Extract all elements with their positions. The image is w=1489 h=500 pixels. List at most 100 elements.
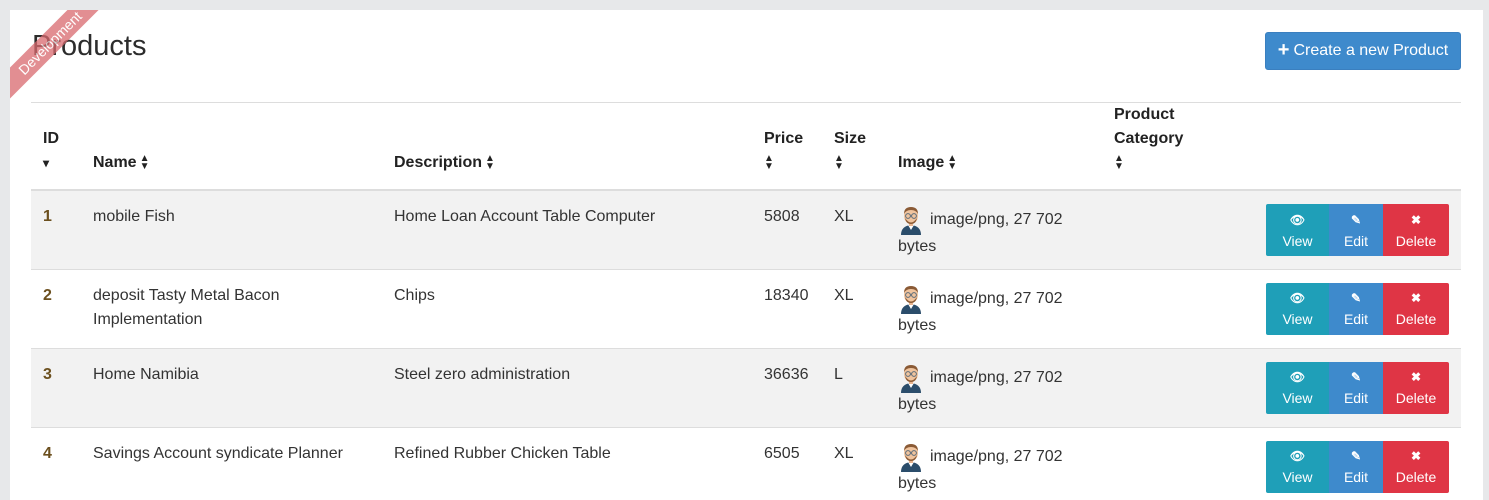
sort-icon: ▲ ▼ [834, 152, 844, 172]
avatar-icon [901, 364, 921, 393]
cell-id: 2 [31, 268, 81, 348]
table-row: 2 deposit Tasty Metal Bacon Implementati… [31, 268, 1461, 348]
column-header-actions [1252, 102, 1461, 191]
cell-actions: 👁︎ View ✎ Edit ✖ Delete [1252, 347, 1461, 427]
delete-button[interactable]: ✖ Delete [1383, 204, 1449, 256]
product-id-link[interactable]: 1 [43, 208, 52, 225]
edit-button[interactable]: ✎ Edit [1329, 361, 1383, 414]
cell-description: Chips [382, 268, 752, 348]
times-icon: ✖ [1410, 370, 1422, 384]
delete-label: Delete [1395, 469, 1437, 485]
row-actions: 👁︎ View ✎ Edit ✖ Delete [1264, 361, 1449, 414]
times-icon: ✖ [1410, 449, 1422, 463]
column-header-image-label: Image [898, 154, 945, 171]
column-header-name[interactable]: Name ▲ ▼ [81, 102, 382, 191]
view-button[interactable]: 👁︎ View [1266, 361, 1329, 414]
sort-icon: ▲ ▼ [485, 152, 495, 172]
eye-icon: 👁︎ [1289, 370, 1306, 384]
eye-icon: 👁︎ [1289, 212, 1306, 227]
edit-label: Edit [1343, 232, 1369, 249]
image-preview[interactable]: image/png, 27 702 bytes [898, 363, 1090, 417]
cell-name: mobile Fish [81, 189, 382, 269]
delete-button[interactable]: ✖ Delete [1383, 282, 1449, 335]
row-actions: 👁︎ View ✎ Edit ✖ Delete [1264, 282, 1449, 335]
cell-actions: 👁︎ View ✎ Edit ✖ Delete [1252, 268, 1461, 348]
row-actions: 👁︎ View ✎ Edit ✖ Delete [1264, 440, 1449, 493]
cell-id: 4 [31, 426, 81, 500]
cell-name: Home Namibia [81, 347, 382, 427]
delete-label: Delete [1395, 232, 1437, 249]
column-header-price-label: Price [764, 130, 804, 147]
column-header-description[interactable]: Description ▲ ▼ [382, 102, 752, 191]
delete-button[interactable]: ✖ Delete [1383, 440, 1449, 493]
cell-image: image/png, 27 702 bytes [886, 189, 1102, 269]
page-title: Products [32, 30, 147, 62]
times-icon: ✖ [1410, 212, 1422, 227]
column-header-description-label: Description [394, 154, 483, 171]
column-header-category[interactable]: Product Category ▲ ▼ [1102, 102, 1252, 191]
sort-icon: ▲ ▼ [764, 152, 774, 172]
cell-name: Savings Account syndicate Planner [81, 426, 382, 500]
cell-description: Refined Rubber Chicken Table [382, 426, 752, 500]
create-product-label: Create a new Product [1293, 42, 1449, 59]
image-preview[interactable]: image/png, 27 702 bytes [898, 284, 1090, 338]
product-id-link[interactable]: 3 [43, 366, 52, 383]
sort-icon: ▲ ▼ [1114, 152, 1124, 172]
cell-image: image/png, 27 702 bytes [886, 426, 1102, 500]
delete-label: Delete [1395, 311, 1437, 327]
view-button[interactable]: 👁︎ View [1266, 282, 1329, 335]
column-header-id-label: ID [43, 130, 59, 147]
table-row: 3 Home Namibia Steel zero administration… [31, 347, 1461, 427]
table-row: 4 Savings Account syndicate Planner Refi… [31, 426, 1461, 500]
image-preview[interactable]: image/png, 27 702 bytes [898, 205, 1090, 259]
cell-size: XL [822, 189, 886, 269]
column-header-size[interactable]: Size ▲ ▼ [822, 102, 886, 191]
column-header-price[interactable]: Price ▲ ▼ [752, 102, 822, 191]
edit-label: Edit [1343, 390, 1369, 406]
delete-label: Delete [1395, 390, 1437, 406]
image-preview[interactable]: image/png, 27 702 bytes [898, 442, 1090, 496]
column-header-name-label: Name [93, 154, 137, 171]
column-header-id[interactable]: ID ▾ [31, 102, 81, 191]
view-button[interactable]: 👁︎ View [1266, 440, 1329, 493]
column-header-size-label: Size [834, 130, 867, 147]
page-card: Development Products + Create a new Prod… [10, 10, 1483, 500]
edit-button[interactable]: ✎ Edit [1329, 204, 1383, 256]
cell-name: deposit Tasty Metal Bacon Implementation [81, 268, 382, 348]
product-id-link[interactable]: 4 [43, 445, 52, 462]
cell-description: Home Loan Account Table Computer [382, 189, 752, 269]
cell-image: image/png, 27 702 bytes [886, 347, 1102, 427]
cell-price: 18340 [752, 268, 822, 348]
table-row: 1 mobile Fish Home Loan Account Table Co… [31, 189, 1461, 269]
cell-price: 6505 [752, 426, 822, 500]
cell-actions: 👁︎ View ✎ Edit ✖ Delete [1252, 426, 1461, 500]
view-button[interactable]: 👁︎ View [1266, 204, 1329, 256]
pencil-icon: ✎ [1350, 370, 1362, 384]
table-header-row: ID ▾ Name ▲ ▼ Description ▲ ▼ Price ▲ ▼ Size … [31, 102, 1461, 191]
cell-category [1102, 189, 1252, 269]
avatar-icon [901, 443, 921, 472]
eye-icon: 👁︎ [1289, 449, 1306, 463]
cell-size: XL [822, 426, 886, 500]
create-product-button[interactable]: + Create a new Product [1265, 32, 1461, 70]
product-id-link[interactable]: 2 [43, 287, 52, 304]
pencil-icon: ✎ [1350, 449, 1362, 463]
column-header-image[interactable]: Image ▲ ▼ [886, 102, 1102, 191]
sort-desc-icon: ▾ [43, 156, 50, 170]
sort-icon: ▲ ▼ [139, 152, 150, 172]
cell-price: 36636 [752, 347, 822, 427]
cell-size: L [822, 347, 886, 427]
cell-id: 3 [31, 347, 81, 427]
cell-category [1102, 347, 1252, 427]
edit-button[interactable]: ✎ Edit [1329, 440, 1383, 493]
edit-button[interactable]: ✎ Edit [1329, 282, 1383, 335]
view-label: View [1282, 469, 1313, 485]
cell-image: image/png, 27 702 bytes [886, 268, 1102, 348]
cell-id: 1 [31, 189, 81, 269]
avatar-icon [901, 207, 921, 235]
cell-category [1102, 268, 1252, 348]
delete-button[interactable]: ✖ Delete [1383, 361, 1449, 414]
times-icon: ✖ [1410, 291, 1422, 305]
view-label: View [1282, 390, 1313, 406]
pencil-icon: ✎ [1350, 291, 1362, 305]
